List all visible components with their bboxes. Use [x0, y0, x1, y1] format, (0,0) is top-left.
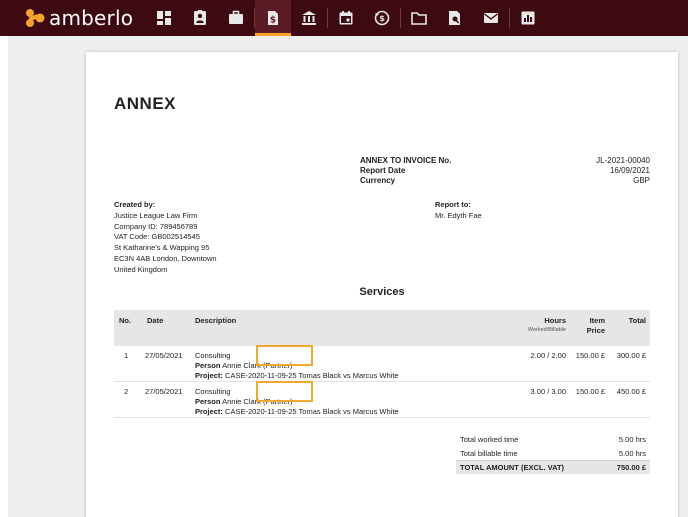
highlight-box — [256, 345, 313, 366]
nav-dashboard[interactable] — [146, 0, 182, 36]
total-worked-time: Total worked time 5.00 hrs — [456, 432, 650, 446]
document-title: ANNEX — [114, 94, 177, 113]
nav-documents[interactable] — [401, 0, 437, 36]
created-by-line: EC3N 4AB London, Downtown — [114, 253, 217, 263]
project-value: CASE-2020-11-09-25 Tomas Black vs Marcus… — [225, 370, 399, 380]
meta-value: JL-2021-00040 — [596, 156, 650, 165]
project-value: CASE-2020-11-09-25 Tomas Black vs Marcus… — [225, 406, 399, 416]
col-no: No. — [119, 316, 132, 325]
mail-icon — [484, 13, 498, 23]
person-label: Person — [195, 360, 221, 370]
nav-matters[interactable] — [218, 0, 254, 36]
row-desc-project: Project: CASE-2020-11-09-25 Tomas Black … — [195, 371, 399, 381]
created-by-line: United Kingdom — [114, 264, 168, 274]
meta-label: Report Date — [360, 166, 406, 175]
invoice-icon: $ — [268, 11, 278, 26]
person-label: Person — [195, 396, 221, 406]
time-money-icon: $ — [374, 10, 390, 26]
nav-document-search[interactable] — [437, 0, 473, 36]
meta-label: ANNEX TO INVOICE No. — [360, 156, 452, 165]
annex-document-page: ANNEX ANNEX TO INVOICE No. JL-2021-00040… — [86, 52, 678, 517]
report-to-name: Mr. Edyth Fae — [435, 210, 482, 220]
total-value: 750.00 £ — [616, 463, 646, 472]
col-hours-label: Hours — [544, 316, 566, 325]
totals-summary: Total worked time 5.00 hrs Total billabl… — [456, 432, 650, 474]
total-value: 5.00 hrs — [618, 434, 646, 444]
row-total: 300.00 £ — [616, 351, 646, 360]
total-billable-time: Total billable time 5.00 hrs — [456, 446, 650, 460]
brand-name: amberlo — [49, 6, 134, 30]
col-date: Date — [147, 316, 164, 325]
created-by-block: Created by: Justice League Law Firm Comp… — [114, 200, 217, 276]
created-by-line: Company ID: 789456789 — [114, 221, 198, 231]
report-to-label: Report to: — [435, 200, 471, 209]
dashboard-icon — [157, 11, 171, 25]
main-nav: $ $ — [146, 0, 546, 36]
nav-mail[interactable] — [473, 0, 509, 36]
bank-icon — [302, 11, 316, 25]
row-date: 27/05/2021 — [145, 351, 183, 360]
col-item-price: Item Price — [580, 316, 605, 336]
meta-row-currency: Currency GBP — [360, 176, 650, 186]
calendar-icon — [339, 11, 353, 25]
row-total: 450.00 £ — [616, 387, 646, 396]
briefcase-icon — [229, 10, 243, 24]
highlight-box — [256, 381, 313, 402]
row-hours: 3.00 / 3.00 — [530, 387, 566, 396]
nav-reports[interactable] — [510, 0, 546, 36]
total-amount: TOTAL AMOUNT (EXCL. VAT) 750.00 £ — [456, 460, 650, 474]
meta-row-invoice-no: ANNEX TO INVOICE No. JL-2021-00040 — [360, 156, 650, 166]
meta-value: GBP — [633, 176, 650, 185]
project-label: Project: — [195, 370, 223, 380]
report-to-block: Report to: Mr. Edyth Fae — [435, 200, 482, 222]
col-hours: Hours Worked/Billable — [510, 316, 566, 333]
top-navigation-bar: amberlo $ $ — [0, 0, 688, 36]
table-header: No. Date Description Hours Worked/Billab… — [114, 310, 650, 346]
created-by-line: Justice League Law Firm — [114, 210, 198, 220]
amberlo-logo-icon — [24, 7, 46, 29]
meta-label: Currency — [360, 176, 396, 185]
nav-time-billing[interactable]: $ — [364, 0, 400, 36]
meta-value: 16/09/2021 — [609, 166, 650, 175]
reports-icon — [521, 11, 535, 25]
col-total: Total — [628, 316, 646, 325]
row-date: 27/05/2021 — [145, 387, 183, 396]
total-value: 5.00 hrs — [618, 448, 646, 458]
total-label: Total worked time — [460, 434, 519, 444]
svg-text:$: $ — [270, 16, 276, 26]
created-by-line: VAT Code: GB002514545 — [114, 232, 200, 242]
row-price: 150.00 £ — [575, 351, 605, 360]
row-hours: 2.00 / 2.00 — [530, 351, 566, 360]
table-row: 2 27/05/2021 Consulting Person Annie Cla… — [114, 381, 650, 418]
left-panel-edge — [0, 36, 8, 517]
nav-bank[interactable] — [291, 0, 327, 36]
nav-calendar[interactable] — [328, 0, 364, 36]
row-price: 150.00 £ — [575, 387, 605, 396]
row-desc-project: Project: CASE-2020-11-09-25 Tomas Black … — [195, 407, 399, 417]
document-search-icon — [449, 11, 460, 25]
invoice-meta: ANNEX TO INVOICE No. JL-2021-00040 Repor… — [360, 156, 650, 186]
brand-logo-link[interactable]: amberlo — [0, 6, 146, 30]
col-hours-sub: Worked/Billable — [527, 327, 566, 333]
services-table: No. Date Description Hours Worked/Billab… — [114, 310, 650, 418]
services-heading: Services — [359, 286, 405, 298]
folder-icon — [411, 12, 427, 25]
nav-contacts[interactable] — [182, 0, 218, 36]
project-label: Project: — [195, 406, 223, 416]
row-no: 1 — [124, 351, 129, 360]
col-item-price-line1: Item — [589, 316, 605, 325]
contacts-icon — [194, 10, 206, 25]
total-label: Total billable time — [460, 448, 518, 458]
created-by-label: Created by: — [114, 200, 156, 209]
col-description: Description — [195, 316, 237, 325]
row-no: 2 — [124, 387, 129, 396]
total-label: TOTAL AMOUNT (EXCL. VAT) — [460, 463, 565, 472]
nav-invoices[interactable]: $ — [255, 0, 291, 36]
created-by-line: St Katharine's & Wapping 95 — [114, 243, 210, 253]
col-item-price-line2: Price — [586, 326, 605, 335]
svg-text:$: $ — [379, 14, 385, 23]
table-row: 1 27/05/2021 Consulting Person Annie Cla… — [114, 345, 650, 382]
meta-row-report-date: Report Date 16/09/2021 — [360, 166, 650, 176]
